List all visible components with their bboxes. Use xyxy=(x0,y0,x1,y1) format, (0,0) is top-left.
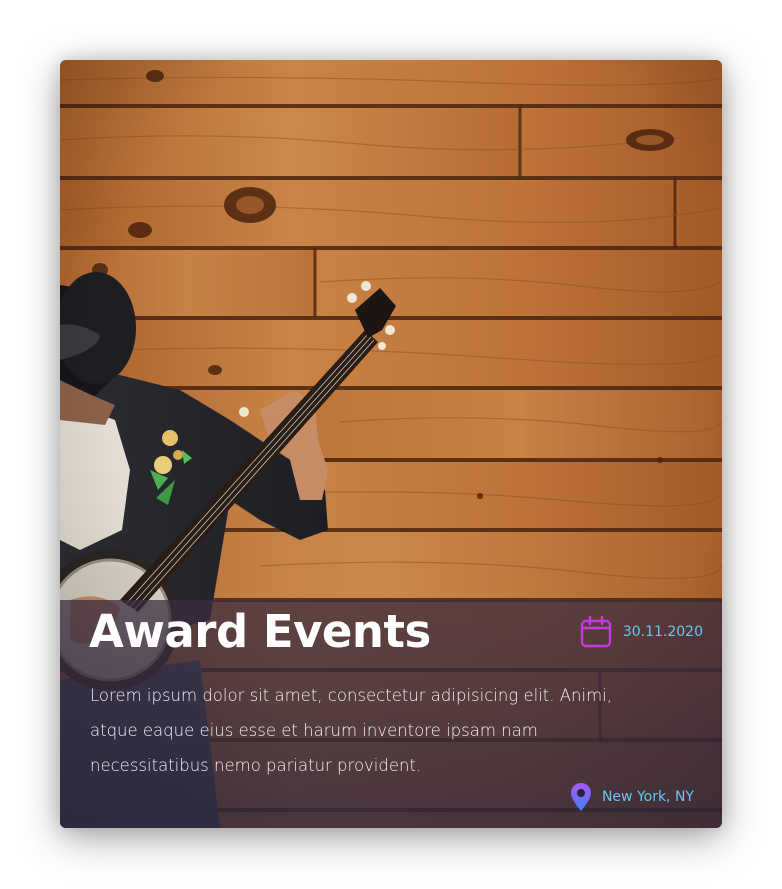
event-description: Lorem ipsum dolor sit amet, consectetur … xyxy=(90,686,612,775)
map-pin-icon xyxy=(570,783,591,811)
calendar-icon xyxy=(580,615,612,648)
event-location-text: New York, NY xyxy=(601,789,694,805)
event-date-text: 30.11.2020 xyxy=(622,624,703,640)
event-card[interactable]: Award Events 30.11.2020 Lorem ipsum dolo… xyxy=(60,60,722,828)
event-date: 30.11.2020 xyxy=(579,615,703,649)
event-location: New York, NY xyxy=(570,782,694,812)
event-title: Award Events xyxy=(89,605,431,658)
